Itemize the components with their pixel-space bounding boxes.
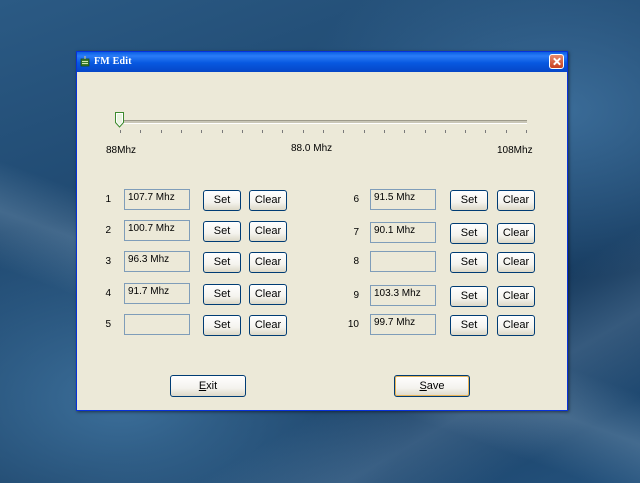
set-button[interactable]: Set [450, 223, 488, 244]
title-bar[interactable]: FM Edit [77, 52, 567, 72]
set-button[interactable]: Set [203, 252, 241, 273]
slider-tick [465, 130, 466, 133]
preset-number: 2 [105, 225, 111, 236]
slider-tick [485, 130, 486, 133]
preset-number: 5 [105, 319, 111, 330]
clear-button[interactable]: Clear [497, 315, 535, 336]
clear-button[interactable]: Clear [497, 286, 535, 307]
slider-tick [201, 130, 202, 133]
preset-number: 8 [353, 256, 359, 267]
preset-number: 1 [105, 194, 111, 205]
frequency-slider-track[interactable] [119, 120, 527, 124]
slider-tick [384, 130, 385, 133]
preset-number: 9 [353, 290, 359, 301]
preset-frequency-field: 96.3 Mhz [124, 251, 190, 272]
slider-tick [506, 130, 507, 133]
preset-frequency-field: 90.1 Mhz [370, 222, 436, 243]
clear-button[interactable]: Clear [249, 315, 287, 336]
set-button[interactable]: Set [203, 284, 241, 305]
set-button[interactable]: Set [450, 190, 488, 211]
slider-tick [343, 130, 344, 133]
clear-button[interactable]: Clear [249, 190, 287, 211]
set-button[interactable]: Set [203, 190, 241, 211]
clear-button[interactable]: Clear [497, 252, 535, 273]
slider-tick [425, 130, 426, 133]
save-button[interactable]: Save [394, 375, 470, 397]
slider-tick [222, 130, 223, 133]
exit-button[interactable]: Exit [170, 375, 246, 397]
preset-number: 4 [105, 288, 111, 299]
set-button[interactable]: Set [203, 221, 241, 242]
slider-max-label: 108Mhz [497, 145, 533, 156]
set-button[interactable]: Set [450, 315, 488, 336]
app-icon [80, 56, 90, 67]
slider-tick [140, 130, 141, 133]
preset-number: 3 [105, 256, 111, 267]
preset-number: 10 [347, 319, 359, 330]
slider-tick [181, 130, 182, 133]
window-title: FM Edit [94, 56, 132, 67]
set-button[interactable]: Set [203, 315, 241, 336]
slider-tick [323, 130, 324, 133]
clear-button[interactable]: Clear [249, 221, 287, 242]
preset-frequency-field: 103.3 Mhz [370, 285, 436, 306]
preset-frequency-field: 100.7 Mhz [124, 220, 190, 241]
slider-min-label: 88Mhz [106, 145, 137, 156]
slider-tick [303, 130, 304, 133]
slider-tick [282, 130, 283, 133]
slider-tick [120, 130, 121, 133]
close-icon[interactable] [549, 54, 564, 69]
slider-tick [364, 130, 365, 133]
clear-button[interactable]: Clear [249, 252, 287, 273]
preset-frequency-field: 99.7 Mhz [370, 314, 436, 335]
slider-tick [526, 130, 527, 133]
preset-frequency-field [370, 251, 436, 272]
set-button[interactable]: Set [450, 252, 488, 273]
fm-edit-window: FM Edit 88Mhz 88.0 Mhz 108Mhz 1 107.7 Mhz… [76, 51, 568, 411]
preset-number: 7 [353, 227, 359, 238]
preset-frequency-field: 91.7 Mhz [124, 283, 190, 304]
slider-tick [242, 130, 243, 133]
slider-tick [161, 130, 162, 133]
preset-frequency-field: 91.5 Mhz [370, 189, 436, 210]
preset-frequency-field: 107.7 Mhz [124, 189, 190, 210]
slider-tick [404, 130, 405, 133]
slider-tick [445, 130, 446, 133]
set-button[interactable]: Set [450, 286, 488, 307]
preset-frequency-field [124, 314, 190, 335]
preset-number: 6 [353, 194, 359, 205]
frequency-slider-thumb[interactable] [115, 112, 124, 128]
client-area: 88Mhz 88.0 Mhz 108Mhz 1 107.7 Mhz Set Clear… [77, 72, 567, 410]
clear-button[interactable]: Clear [249, 284, 287, 305]
slider-current-value: 88.0 Mhz [291, 143, 333, 154]
clear-button[interactable]: Clear [497, 190, 535, 211]
slider-tick [262, 130, 263, 133]
clear-button[interactable]: Clear [497, 223, 535, 244]
